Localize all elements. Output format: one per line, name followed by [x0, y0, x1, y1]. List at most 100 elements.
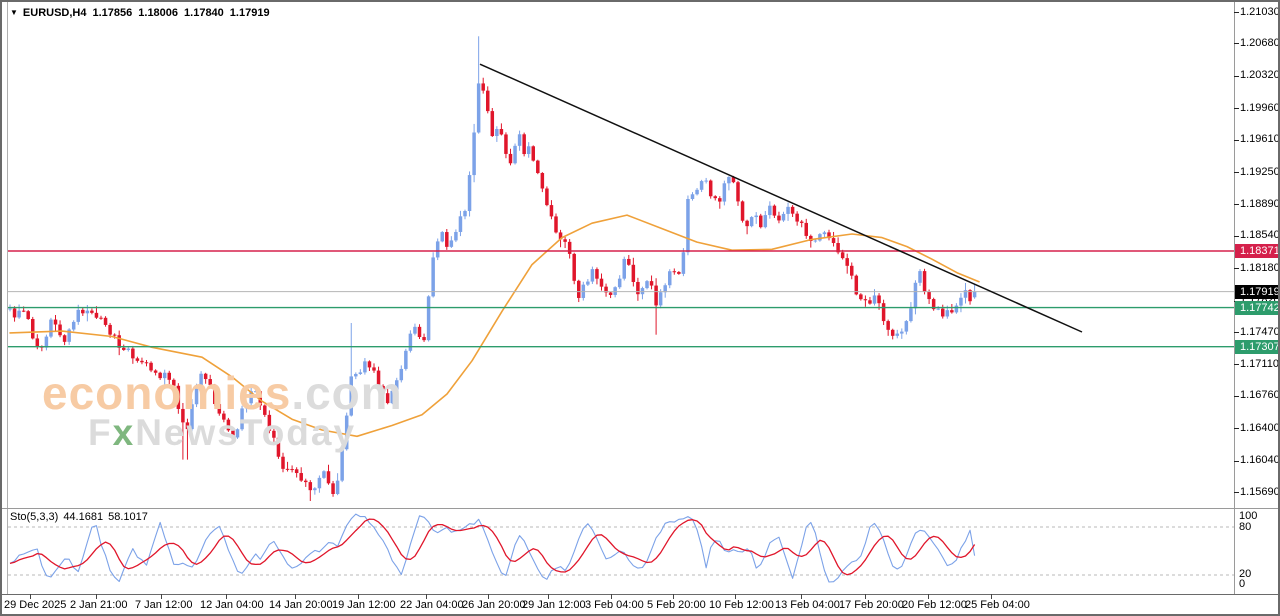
price-tick-label: 1.18540: [1240, 229, 1280, 242]
candle-body-up: [17, 310, 21, 318]
time-tick-label: 25 Feb 04:00: [965, 599, 1030, 611]
candle-body-down: [172, 379, 176, 386]
time-tick-label: 19 Jan 12:00: [332, 599, 396, 611]
candle-body-up: [936, 308, 940, 310]
time-tick-label: 26 Jan 20:00: [462, 599, 526, 611]
candle-body-down: [567, 241, 572, 254]
stochastic-d-value: 58.1017: [108, 511, 148, 523]
time-axis-separator: [2, 594, 1278, 595]
candle-body-up: [699, 181, 704, 190]
candle-body-down: [536, 160, 540, 174]
candle-body-up: [909, 308, 913, 322]
support-level-1-price-tag: 1.17742: [1235, 300, 1278, 315]
price-tick-mark: [1234, 428, 1239, 430]
candle-body-down: [290, 469, 294, 471]
time-tick-label: 17 Feb 20:00: [839, 599, 904, 611]
candle-body-up: [959, 297, 963, 306]
candle-body-down: [144, 362, 149, 364]
price-tick-mark: [1234, 492, 1239, 493]
candle-body-down: [950, 310, 954, 313]
candle-body-down: [845, 258, 849, 266]
price-tick-mark: [1234, 332, 1239, 333]
price-tick-mark: [1234, 139, 1239, 141]
candle-body-down: [649, 281, 654, 286]
candle-body-down: [222, 413, 226, 420]
candle-body-down: [217, 404, 222, 414]
candle-body-down: [99, 317, 103, 319]
ohlc-low: 1.17840: [184, 7, 224, 19]
candle-body-up: [813, 240, 818, 242]
candle-body-up: [354, 373, 358, 377]
candle-body-down: [499, 129, 504, 135]
candle-body-down: [627, 258, 631, 265]
time-tick-label: 2 Jan 21:00: [70, 599, 128, 611]
candle-body-up: [900, 331, 904, 334]
stoch-scale-label-80: 80: [1239, 521, 1252, 533]
candle-body-down: [53, 319, 58, 325]
candle-body-down: [540, 173, 545, 189]
candle-body-down: [285, 468, 290, 470]
candle-body-down: [12, 308, 17, 318]
candle-body-up: [358, 372, 363, 374]
price-tick-mark: [1234, 460, 1239, 462]
price-tick-label: 1.19610: [1240, 133, 1280, 146]
candle-body-down: [367, 361, 372, 368]
candle-body-down: [181, 408, 185, 423]
candle-body-up: [786, 206, 790, 214]
candle-body-down: [263, 405, 267, 415]
candle-body-down: [149, 362, 153, 371]
candle-body-up: [690, 194, 695, 199]
candle-body-down: [545, 188, 549, 206]
candle-body-down: [486, 90, 490, 112]
price-tick-mark: [1234, 172, 1239, 173]
time-tick-label: 3 Feb 04:00: [585, 599, 644, 611]
stochastic-k-line: [9, 513, 976, 583]
price-tick-label: 1.19250: [1240, 165, 1280, 178]
candle-body-down: [554, 216, 558, 233]
stochastic-k-value: 44.1681: [63, 511, 104, 523]
candle-body-up: [467, 175, 472, 212]
candle-body-up: [668, 271, 672, 286]
candle-body-up: [822, 232, 827, 235]
stoch-scale-label-0: 0: [1239, 578, 1246, 590]
candle-body-down: [203, 373, 208, 380]
symbol-timeframe: EURUSD,H4: [22, 7, 87, 19]
candle-body-down: [176, 385, 181, 409]
candle-body-down: [490, 111, 495, 137]
time-tick-label: 10 Feb 12:00: [709, 599, 774, 611]
candle-body-up: [126, 348, 131, 350]
candle-body-down: [549, 205, 554, 217]
candle-body-down: [636, 281, 640, 295]
candle-body-down: [140, 360, 144, 363]
candle-body-down: [795, 213, 799, 222]
candle-body-down: [850, 265, 854, 276]
candle-body-up: [645, 281, 649, 289]
candle-body-down: [376, 370, 381, 386]
candle-body-down: [677, 271, 681, 274]
time-tick-label: 14 Jan 20:00: [269, 599, 333, 611]
candle-body-down: [385, 393, 390, 404]
candle-body-down: [886, 321, 890, 330]
time-tick-label: 7 Jan 12:00: [135, 599, 193, 611]
candle-body-down: [759, 215, 763, 228]
candle-body-down: [103, 317, 108, 325]
candle-body-up: [681, 252, 686, 274]
candle-body-up: [85, 310, 90, 314]
price-tick-mark: [1234, 364, 1239, 366]
candle-body-down: [863, 299, 868, 301]
price-tick-label: 1.18180: [1240, 261, 1280, 274]
price-tick-mark: [1234, 43, 1239, 45]
candle-body-down: [185, 422, 190, 430]
candle-body-down: [531, 146, 535, 161]
candle-body-down: [267, 414, 272, 431]
candle-body-down: [927, 291, 931, 300]
candle-body-up: [49, 319, 53, 337]
candle-body-down: [481, 83, 485, 91]
candle-body-up: [476, 83, 481, 133]
chart-canvas[interactable]: [2, 2, 1234, 616]
candle-body-down: [62, 335, 67, 342]
price-tick-mark: [1234, 75, 1239, 77]
candle-body-up: [658, 292, 663, 306]
candle-body-up: [244, 403, 249, 409]
candle-body-up: [344, 415, 349, 450]
